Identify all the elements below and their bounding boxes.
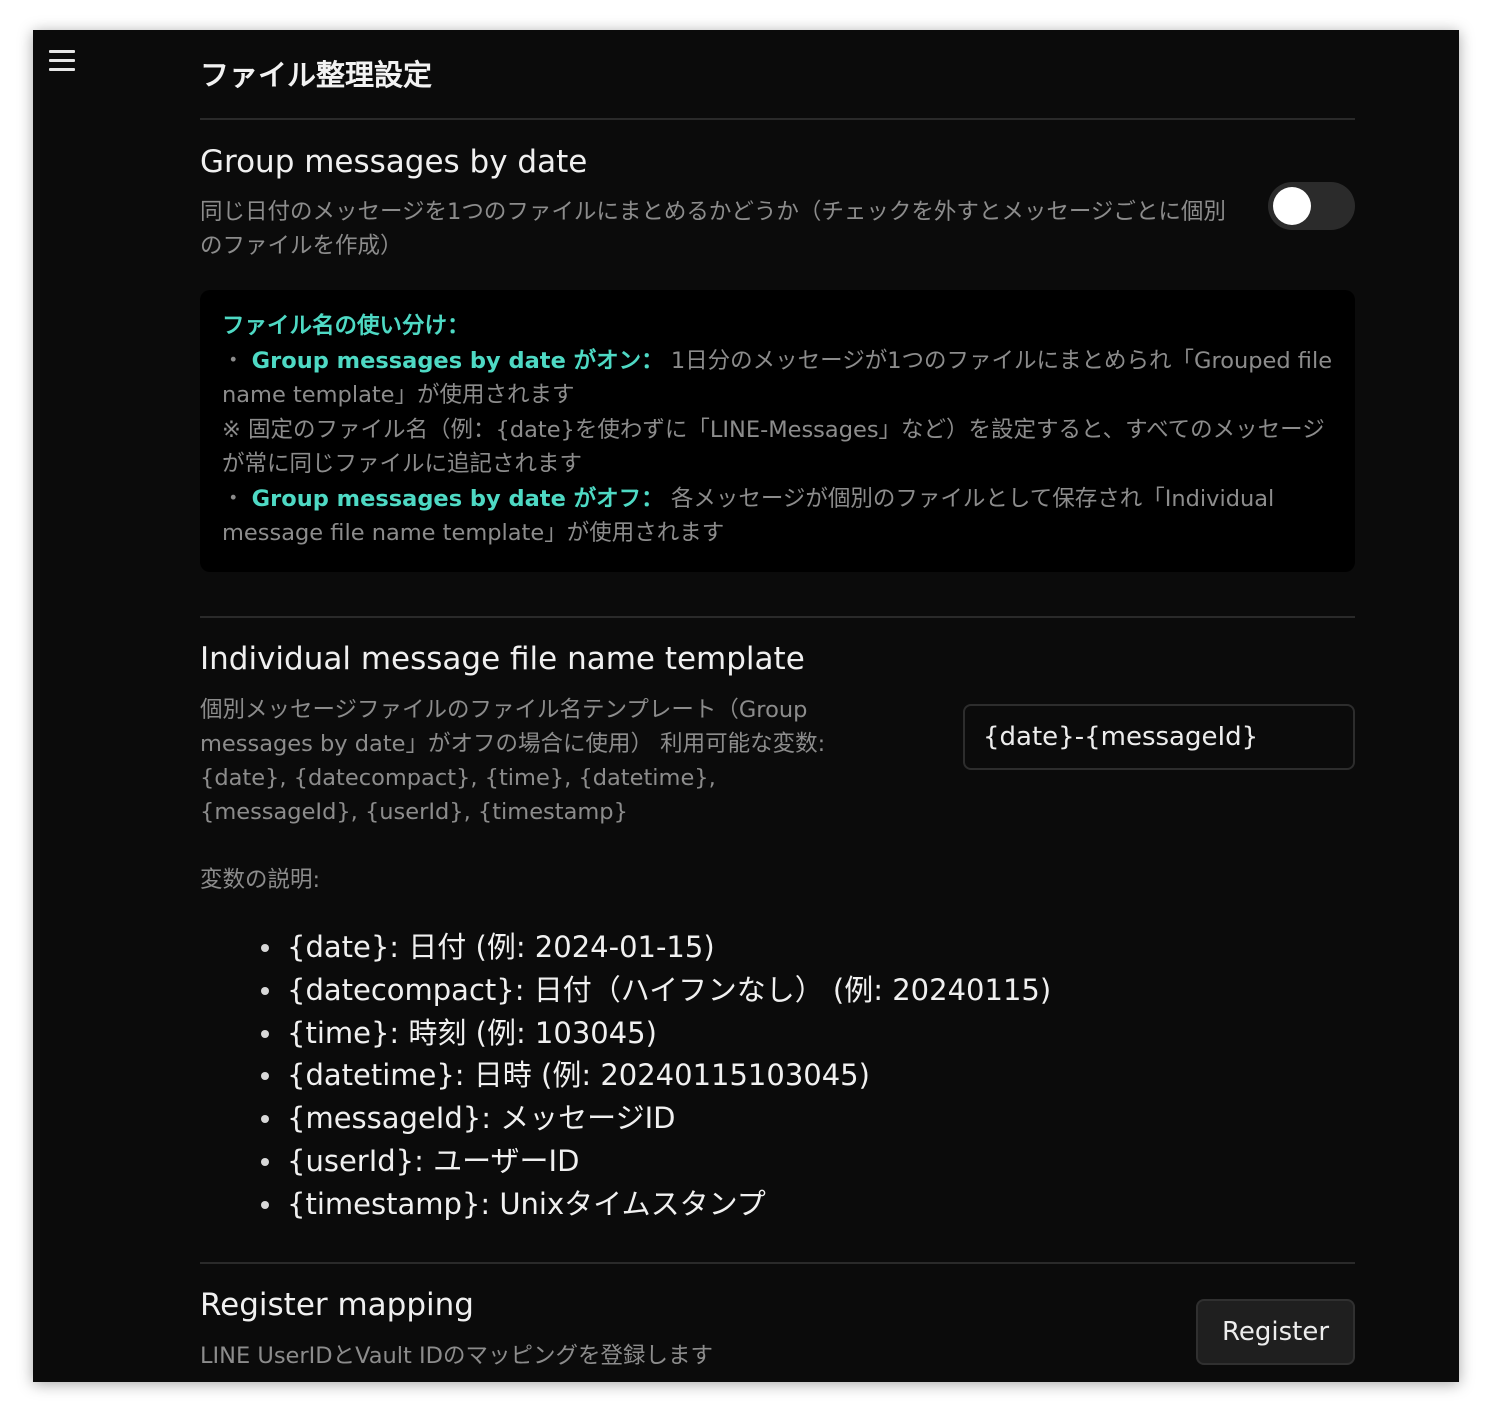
info-title: ファイル名の使い分け： [222, 313, 470, 339]
info-on-item: ・ Group messages by date がオン： 1日分のメッセージが… [222, 344, 1333, 413]
group-by-date-toggle[interactable] [1268, 182, 1355, 230]
toggle-knob [1273, 187, 1311, 225]
list-item: {messageId}: メッセージID [255, 1097, 1051, 1140]
info-note: ※ 固定のファイル名（例：{date}を使わずに「LINE-Messages」な… [222, 416, 1325, 478]
list-item: {userId}: ユーザーID [255, 1140, 1051, 1183]
group-by-date-name: Group messages by date [200, 144, 588, 180]
list-item: {timestamp}: Unixタイムスタンプ [255, 1183, 1051, 1226]
list-item: {date}: 日付 (例: 2024-01-15) [255, 926, 1051, 969]
settings-window: ファイル整理設定 Group messages by date 同じ日付のメッセ… [33, 30, 1459, 1382]
divider [200, 616, 1355, 618]
register-button[interactable]: Register [1196, 1299, 1355, 1365]
list-item: {time}: 時刻 (例: 103045) [255, 1012, 1051, 1055]
register-mapping-desc: LINE UserIDとVault IDのマッピングを登録します [200, 1343, 713, 1369]
info-on-label: Group messages by date がオン： [251, 347, 664, 374]
divider [200, 1262, 1355, 1264]
info-on-bullet: ・ [222, 347, 245, 374]
info-off-bullet: ・ [222, 485, 245, 512]
individual-template-input[interactable] [963, 704, 1355, 770]
list-item: {datecompact}: 日付（ハイフンなし） (例: 20240115) [255, 969, 1051, 1012]
individual-template-name: Individual message file name template [200, 641, 805, 677]
page-title: ファイル整理設定 [200, 58, 433, 92]
hamburger-menu-icon[interactable] [47, 48, 77, 74]
list-item: {datetime}: 日時 (例: 20240115103045) [255, 1054, 1051, 1097]
divider [200, 118, 1355, 120]
variables-heading: 変数の説明: [200, 867, 321, 893]
individual-template-desc: 個別メッセージファイルのファイル名テンプレート（Group messages b… [200, 697, 826, 825]
filename-usage-info-box: ファイル名の使い分け： ・ Group messages by date がオン… [200, 290, 1355, 572]
variables-list: {date}: 日付 (例: 2024-01-15) {datecompact}… [255, 926, 1051, 1226]
info-off-item: ・ Group messages by date がオフ： 各メッセージが個別の… [222, 482, 1333, 551]
info-off-label: Group messages by date がオフ： [251, 485, 664, 512]
group-by-date-desc: 同じ日付のメッセージを1つのファイルにまとめるかどうか（チェックを外すとメッセー… [200, 199, 1226, 259]
register-mapping-name: Register mapping [200, 1287, 474, 1323]
